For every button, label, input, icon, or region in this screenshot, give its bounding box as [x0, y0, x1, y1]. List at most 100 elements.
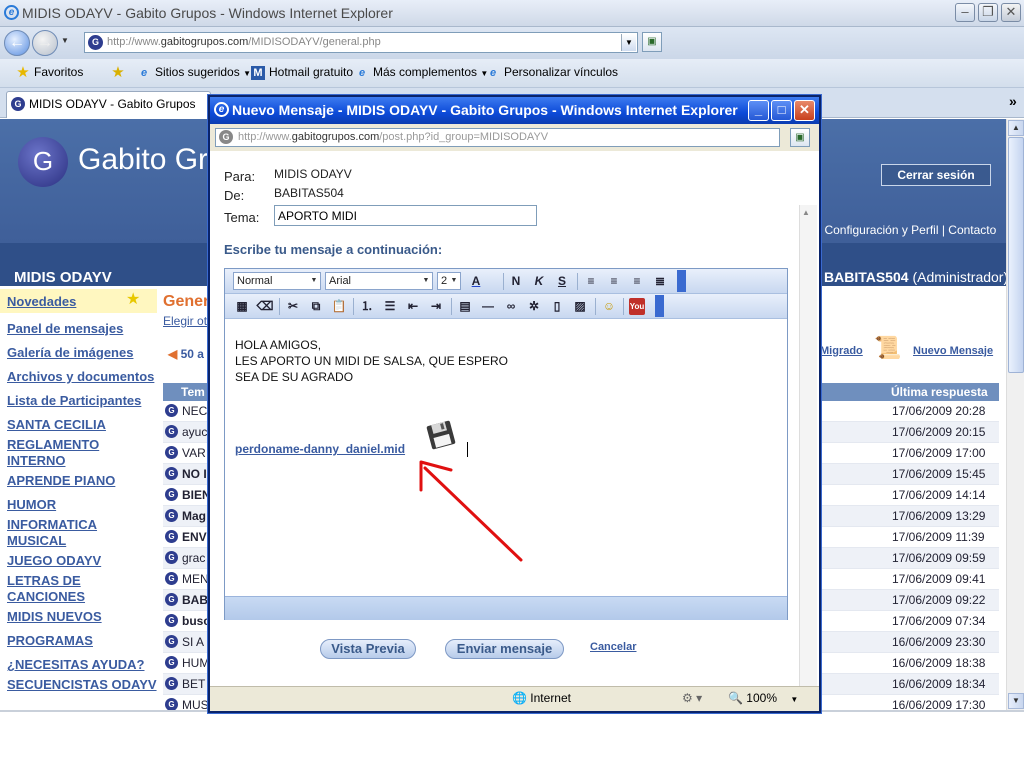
popup-minimize-button[interactable]: _	[748, 100, 769, 121]
topic-title[interactable]: ENV	[182, 530, 207, 544]
zoom-level[interactable]: 🔍 100% ▼	[728, 691, 798, 705]
fav-link-personalizar[interactable]: e Personalizar vínculos	[486, 65, 618, 80]
forward-button[interactable]: →	[32, 30, 58, 56]
topic-title[interactable]: VAR	[182, 446, 206, 460]
sidebar-item-participantes[interactable]: Lista de Participantes	[7, 393, 157, 409]
sidebar-item-reglamento[interactable]: REGLAMENTO INTERNO	[7, 437, 157, 469]
fav-link-sitios[interactable]: e Sitios sugeridos ▼	[137, 65, 251, 80]
sidebar-item-humor[interactable]: HUMOR	[7, 497, 157, 513]
smiley-icon[interactable]: ☺	[600, 298, 618, 315]
cancel-link[interactable]: Cancelar	[590, 641, 636, 653]
size-select[interactable]: 2 ▼	[437, 272, 461, 290]
protected-mode-icon[interactable]: ⚙ ▾	[682, 691, 702, 705]
topic-title[interactable]: NO I	[182, 467, 207, 481]
tab-midis-odayv[interactable]: G MIDIS ODAYV - Gabito Grupos	[6, 91, 211, 118]
favorites-button[interactable]: ★ Favoritos	[16, 65, 83, 80]
sidebar-item-galeria[interactable]: Galería de imágenes	[7, 345, 157, 361]
bold-icon[interactable]: N	[507, 273, 525, 290]
toolbar-collapse-icon[interactable]	[677, 270, 686, 292]
eraser-icon[interactable]: ⌫	[256, 298, 274, 315]
link-icon[interactable]: ∞	[502, 298, 520, 315]
topic-title[interactable]: BET	[182, 677, 205, 691]
indent-icon[interactable]: ⇥	[427, 298, 445, 315]
scroll-thumb[interactable]	[1008, 137, 1024, 373]
topic-title[interactable]: BIEN	[182, 488, 211, 502]
toolbar-collapse-icon[interactable]	[655, 295, 664, 317]
history-dropdown-icon[interactable]: ▼	[61, 36, 69, 45]
fav-link-hotmail[interactable]: M Hotmail gratuito	[251, 65, 353, 80]
message-body[interactable]: HOLA AMIGOS, LES APORTO UN MIDI DE SALSA…	[235, 337, 775, 385]
image-icon[interactable]: ▨	[571, 298, 589, 315]
elegir-link[interactable]: Elegir ot	[163, 314, 207, 328]
preview-button[interactable]: Vista Previa	[320, 639, 416, 659]
minimize-button[interactable]: –	[955, 3, 975, 22]
nuevo-mensaje-link[interactable]: Nuevo Mensaje	[913, 345, 993, 357]
sidebar-item-archivos[interactable]: Archivos y documentos	[7, 369, 157, 385]
sidebar-item-juego[interactable]: JUEGO ODAYV	[7, 553, 157, 569]
migrado-link[interactable]: Migrado	[820, 345, 863, 357]
tema-input[interactable]	[274, 205, 537, 226]
sidebar-item-midis[interactable]: MIDIS NUEVOS	[7, 609, 157, 625]
fav-link-complementos[interactable]: e Más complementos ▼	[355, 65, 488, 80]
chevron-more-icon[interactable]: »	[1009, 93, 1017, 109]
top-links[interactable]: | Configuración y Perfil | Contacto	[818, 223, 996, 237]
topic-title[interactable]: busc	[182, 614, 210, 628]
topic-title[interactable]: MEN	[182, 572, 209, 586]
outdent-icon[interactable]: ⇤	[404, 298, 422, 315]
restore-button[interactable]: ❐	[978, 3, 998, 22]
address-bar[interactable]: G http://www.gabitogrupos.com/MIDISODAYV…	[84, 32, 638, 53]
topic-title[interactable]: Mag	[182, 509, 206, 523]
font-select[interactable]: Arial ▼	[325, 272, 433, 290]
popup-close-button[interactable]: ✕	[794, 100, 815, 121]
add-favorite-icon[interactable]: ★	[111, 65, 129, 80]
ordered-list-icon[interactable]: ⒈	[358, 298, 376, 315]
scroll-down-icon[interactable]: ▼	[1008, 693, 1024, 709]
topic-title[interactable]: HUM	[182, 656, 209, 670]
cut-icon[interactable]: ✂	[284, 298, 302, 315]
sidebar-item-informatica[interactable]: INFORMATICA MUSICAL	[7, 517, 157, 549]
italic-icon[interactable]: K	[530, 273, 548, 290]
popup-maximize-button[interactable]: □	[771, 100, 792, 121]
scroll-up-icon[interactable]: ▲	[1008, 120, 1024, 136]
compatibility-view-icon[interactable]: ▣	[642, 32, 662, 52]
justify-icon[interactable]: ≣	[651, 273, 669, 290]
underline-icon[interactable]: S	[553, 273, 571, 290]
sidebar-item-santa-cecilia[interactable]: SANTA CECILIA	[7, 417, 157, 433]
align-center-icon[interactable]: ≡	[605, 273, 623, 290]
format-select[interactable]: Normal ▼	[233, 272, 321, 290]
horizontal-rule-icon[interactable]: —	[479, 298, 497, 315]
topic-title[interactable]: ayuc	[182, 425, 207, 439]
popup-url-box[interactable]: G http://www.gabitogrupos.com/post.php?i…	[215, 128, 780, 147]
youtube-icon[interactable]: You	[629, 298, 645, 315]
sidebar-item-panel[interactable]: Panel de mensajes	[7, 321, 157, 337]
paste-icon[interactable]: 📋	[330, 298, 348, 315]
back-button[interactable]: ←	[4, 30, 30, 56]
sidebar-item-piano[interactable]: APRENDE PIANO	[7, 473, 157, 489]
source-icon[interactable]: ▦	[233, 298, 251, 315]
document-icon[interactable]: ▯	[548, 298, 566, 315]
sidebar-item-programas[interactable]: PROGRAMAS	[7, 633, 157, 649]
align-right-icon[interactable]: ≡	[628, 273, 646, 290]
topic-title[interactable]: grac	[182, 551, 205, 565]
rich-text-editor[interactable]: Normal ▼ Arial ▼ 2 ▼ A N K S ≡ ≡ ≡ ≣ ▦ ⌫ ✂	[224, 268, 788, 620]
attachment-link[interactable]: perdoname-danny_daniel.mid	[235, 442, 405, 456]
table-icon[interactable]: ▤	[456, 298, 474, 315]
font-color-icon[interactable]: A	[467, 273, 485, 290]
pager-link[interactable]: ◀ 50 a	[168, 347, 204, 361]
bullet-list-icon[interactable]: ☰	[381, 298, 399, 315]
sidebar-item-ayuda[interactable]: ¿NECESITAS AYUDA?	[7, 657, 157, 673]
send-button[interactable]: Enviar mensaje	[445, 639, 564, 659]
close-button[interactable]: ✕	[1001, 3, 1021, 22]
sidebar-item-novedades[interactable]: Novedades	[7, 294, 157, 310]
topic-title[interactable]: BAB	[182, 593, 208, 607]
popup-compat-icon[interactable]: ▣	[790, 128, 810, 147]
topic-title[interactable]: SI A	[182, 635, 204, 649]
popup-scrollbar[interactable]: ▲ ▼	[799, 205, 817, 686]
unlink-icon[interactable]: ✲	[525, 298, 543, 315]
sidebar-item-letras[interactable]: LETRAS DE CANCIONES	[7, 573, 157, 605]
topic-title[interactable]: NEC	[182, 404, 207, 418]
logout-button[interactable]: Cerrar sesión	[881, 164, 991, 186]
copy-icon[interactable]: ⧉	[307, 298, 325, 315]
scroll-up-icon[interactable]: ▲	[802, 208, 810, 217]
address-dropdown-icon[interactable]: ▼	[621, 34, 636, 51]
